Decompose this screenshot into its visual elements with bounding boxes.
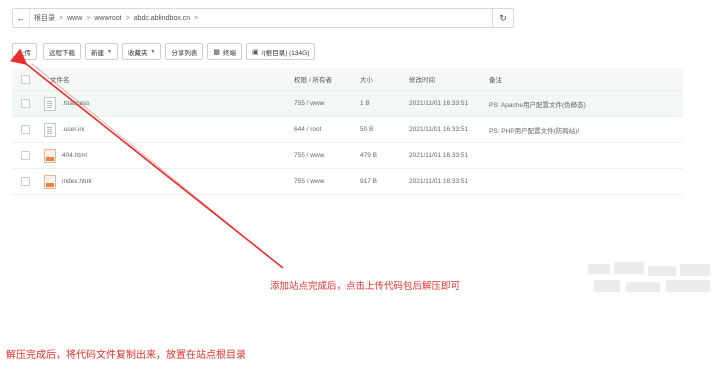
- blurred-watermark: [588, 262, 716, 302]
- annotation-arrow: [10, 48, 284, 269]
- upload-hint-annotation: 添加站点完成后，点击上传代码包后解压即可: [270, 281, 461, 292]
- footer-instruction-text: 解压完成后，将代码文件复制出来，放置在站点根目录: [6, 350, 246, 361]
